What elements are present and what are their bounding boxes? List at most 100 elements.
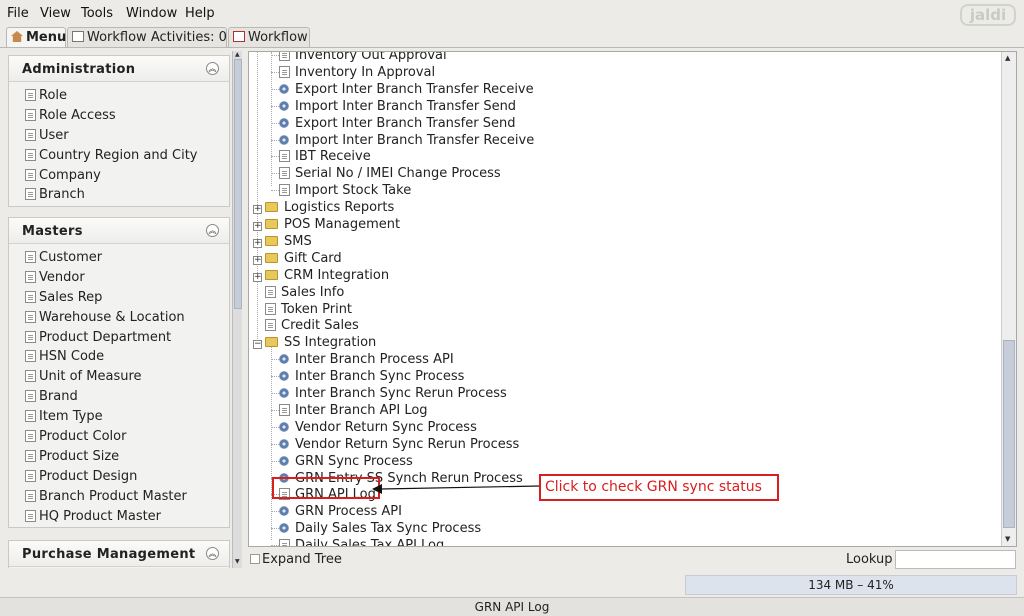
lookup-input[interactable]	[895, 550, 1016, 569]
status-bar: GRN API Log	[0, 597, 1024, 616]
expand-tree-label[interactable]: Expand Tree	[262, 552, 342, 567]
tree-node[interactable]: Vendor Return Sync Process	[271, 419, 479, 436]
panel-title: Purchase Management	[22, 547, 196, 562]
tree-node[interactable]: Inter Branch Sync Process	[271, 368, 466, 385]
expand-icon[interactable]: +	[253, 272, 262, 282]
tree-guide-line	[271, 528, 279, 530]
scroll-up-icon[interactable]: ▲	[235, 52, 241, 58]
expand-tree-checkbox[interactable]	[250, 554, 260, 564]
tree-node[interactable]: + CRM Integration	[253, 267, 391, 284]
tree-guide-line	[271, 409, 279, 411]
tree-scroll-thumb[interactable]	[1003, 340, 1015, 528]
tree-node[interactable]: Import Inter Branch Transfer Send	[271, 98, 518, 115]
sidebar-item-hq-product-master[interactable]: HQ Product Master	[9, 507, 229, 527]
sidebar-item-brand[interactable]: Brand	[9, 387, 229, 407]
sidebar-item-product-size[interactable]: Product Size	[9, 447, 229, 467]
callout-arrow	[372, 484, 541, 494]
sidebar-scrollbar[interactable]: ▲ ▼	[232, 51, 242, 568]
tree-node[interactable]: Sales Info	[253, 284, 346, 301]
sidebar-item-product-color[interactable]: Product Color	[9, 427, 229, 447]
tree-node[interactable]: Export Inter Branch Transfer Receive	[271, 81, 536, 98]
scroll-down-icon[interactable]: ▼	[1005, 535, 1010, 543]
tab-workflow-activities[interactable]: Workflow Activities: 0	[67, 27, 227, 48]
sidebar-item-vendor[interactable]: Vendor	[9, 268, 229, 288]
tree-node[interactable]: Inter Branch Sync Rerun Process	[271, 385, 509, 402]
menu-window[interactable]: Window	[126, 6, 177, 21]
panel-header[interactable]: Purchase Management ︽	[9, 541, 229, 567]
tree-node[interactable]: GRN Sync Process	[271, 453, 415, 470]
sidebar-item-item-type[interactable]: Item Type	[9, 407, 229, 427]
memory-indicator[interactable]: 134 MB – 41%	[685, 575, 1017, 595]
tab-workflow[interactable]: Workflow	[228, 27, 310, 48]
tree-node[interactable]: + Logistics Reports	[253, 199, 396, 216]
tree-node[interactable]: Vendor Return Sync Rerun Process	[271, 436, 521, 453]
menu-help[interactable]: Help	[185, 6, 215, 21]
tree-node[interactable]: Daily Sales Tax API Log	[271, 537, 446, 546]
collapse-icon[interactable]: ︽	[206, 224, 219, 237]
tree-node[interactable]: Credit Sales	[253, 317, 361, 334]
sidebar-item-product-design[interactable]: Product Design	[9, 467, 229, 487]
sidebar-item-branch-product-master[interactable]: Branch Product Master	[9, 487, 229, 507]
sidebar-item-country-region-and-city[interactable]: Country Region and City	[9, 146, 229, 166]
tree-guide-line	[271, 105, 279, 107]
document-icon	[25, 89, 36, 101]
sidebar-item-product-department[interactable]: Product Department	[9, 328, 229, 348]
tree-node[interactable]: Inter Branch Process API	[271, 351, 456, 368]
tree-node[interactable]: Import Inter Branch Transfer Receive	[271, 132, 536, 149]
tree-node[interactable]: Serial No / IMEI Change Process	[271, 165, 503, 182]
sidebar-item-role[interactable]: Role	[9, 86, 229, 106]
tab-menu[interactable]: Menu	[6, 27, 66, 48]
collapse-icon[interactable]: −	[253, 340, 262, 350]
menu-tools[interactable]: Tools	[81, 6, 113, 21]
doc-icon	[279, 167, 290, 180]
sidebar-item-company[interactable]: Company	[9, 166, 229, 186]
sidebar-item-branch[interactable]: Branch	[9, 185, 229, 205]
callout-annotation: Click to check GRN sync status	[539, 474, 779, 501]
sidebar-item-sales-rep[interactable]: Sales Rep	[9, 288, 229, 308]
sidebar-item-label: Company	[39, 167, 101, 183]
tab-workflow-label: Workflow	[248, 30, 308, 45]
tree-node[interactable]: GRN Process API	[271, 503, 404, 520]
document-icon	[25, 188, 36, 201]
sidebar-item-warehouse-location[interactable]: Warehouse & Location	[9, 308, 229, 328]
panel-header[interactable]: Masters ︽	[9, 218, 229, 244]
tree-node[interactable]: Export Inter Branch Transfer Send	[271, 115, 517, 132]
sidebar-item-customer[interactable]: Customer	[9, 248, 229, 268]
sidebar-item-hsn-code[interactable]: HSN Code	[9, 347, 229, 367]
menu-sidebar: Administration ︽ Role Role Access User Coun…	[8, 51, 230, 568]
expand-icon[interactable]: +	[253, 222, 262, 231]
sidebar-item-label: Product Design	[39, 468, 138, 484]
tree-scrollbar[interactable]: ▲ ▼	[1001, 52, 1016, 546]
collapse-icon[interactable]: ︽	[206, 62, 219, 75]
tree-node[interactable]: + POS Management	[253, 216, 402, 233]
sidebar-scroll-thumb[interactable]	[234, 59, 242, 309]
collapse-icon[interactable]: ︽	[206, 547, 219, 560]
tree-node[interactable]: − SS Integration	[253, 334, 378, 351]
scroll-down-icon[interactable]: ▼	[235, 559, 241, 565]
sidebar-item-user[interactable]: User	[9, 126, 229, 146]
tree-node[interactable]: Import Stock Take	[271, 182, 413, 199]
expand-icon[interactable]: +	[253, 255, 262, 265]
tree-node[interactable]: Inventory Out Approval	[271, 52, 449, 64]
sidebar-item-unit-of-measure[interactable]: Unit of Measure	[9, 367, 229, 387]
menu-file[interactable]: File	[7, 6, 29, 21]
scroll-up-icon[interactable]: ▲	[1005, 54, 1010, 62]
tree-node[interactable]: Inter Branch API Log	[271, 402, 430, 419]
tree-guide-line	[271, 122, 279, 124]
tree-node[interactable]: + Gift Card	[253, 250, 344, 267]
menu-view[interactable]: View	[40, 6, 71, 21]
sidebar-item-role-access[interactable]: Role Access	[9, 106, 229, 126]
tree-node[interactable]: Inventory In Approval	[271, 64, 437, 81]
sidebar-item-label: Brand	[39, 389, 78, 405]
tree-node[interactable]: + SMS	[253, 233, 314, 250]
expand-icon[interactable]: +	[253, 205, 262, 215]
gear-icon	[279, 523, 289, 534]
tree-node[interactable]: Token Print	[253, 301, 354, 318]
tree-node[interactable]: IBT Receive	[271, 148, 373, 165]
folder-icon	[265, 269, 278, 280]
tree-guide-line	[271, 545, 279, 546]
expand-icon[interactable]: +	[253, 238, 262, 248]
panel-header[interactable]: Administration ︽	[9, 56, 229, 82]
tree-node-label: Vendor Return Sync Rerun Process	[295, 436, 520, 452]
tree-node[interactable]: Daily Sales Tax Sync Process	[271, 520, 483, 537]
